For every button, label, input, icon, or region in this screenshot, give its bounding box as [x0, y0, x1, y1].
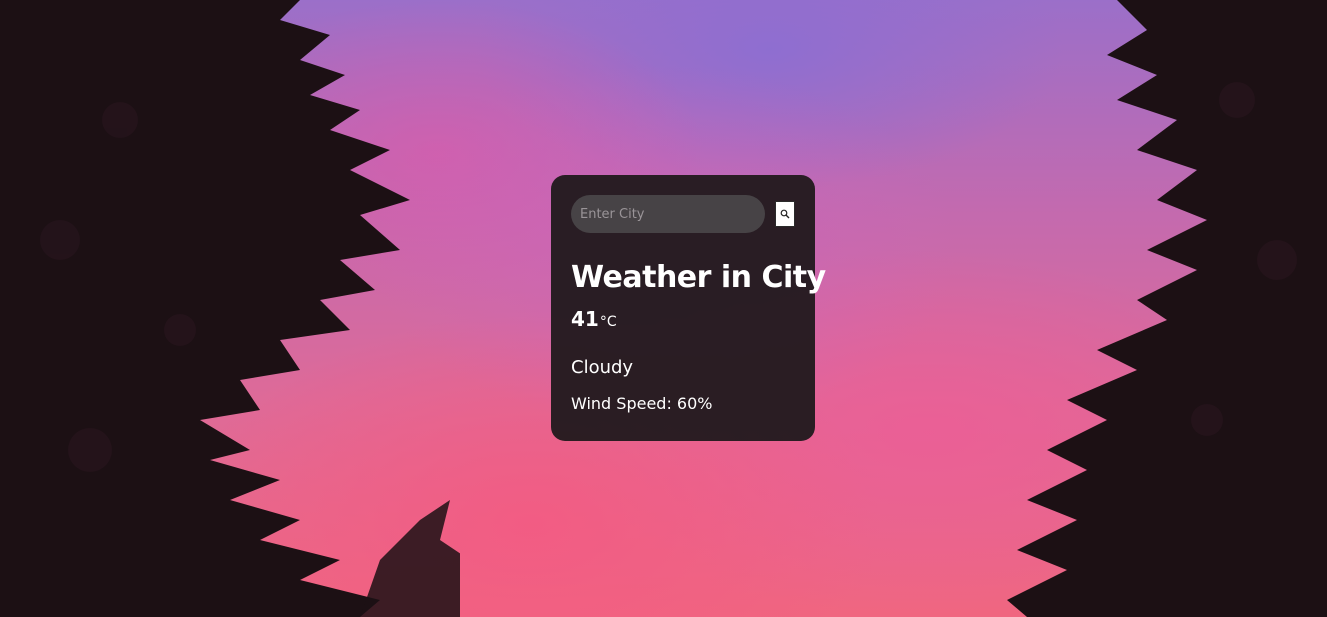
search-button[interactable] [775, 201, 795, 227]
weather-title: Weather in City [571, 260, 826, 295]
temperature-unit: °C [599, 314, 617, 330]
weather-card: Weather in City 41°C Cloudy Wind Speed: … [551, 175, 826, 441]
temperature-value: 41 [571, 307, 599, 331]
temperature: 41°C [571, 307, 795, 331]
city-search-input[interactable] [571, 195, 765, 233]
wind-speed: Wind Speed: 60% [571, 394, 713, 413]
tree-silhouette-right [1007, 0, 1327, 617]
weather-condition: Cloudy [571, 357, 634, 378]
tree-silhouette-left [0, 0, 460, 617]
search-icon [780, 209, 790, 219]
search-bar [571, 195, 795, 233]
